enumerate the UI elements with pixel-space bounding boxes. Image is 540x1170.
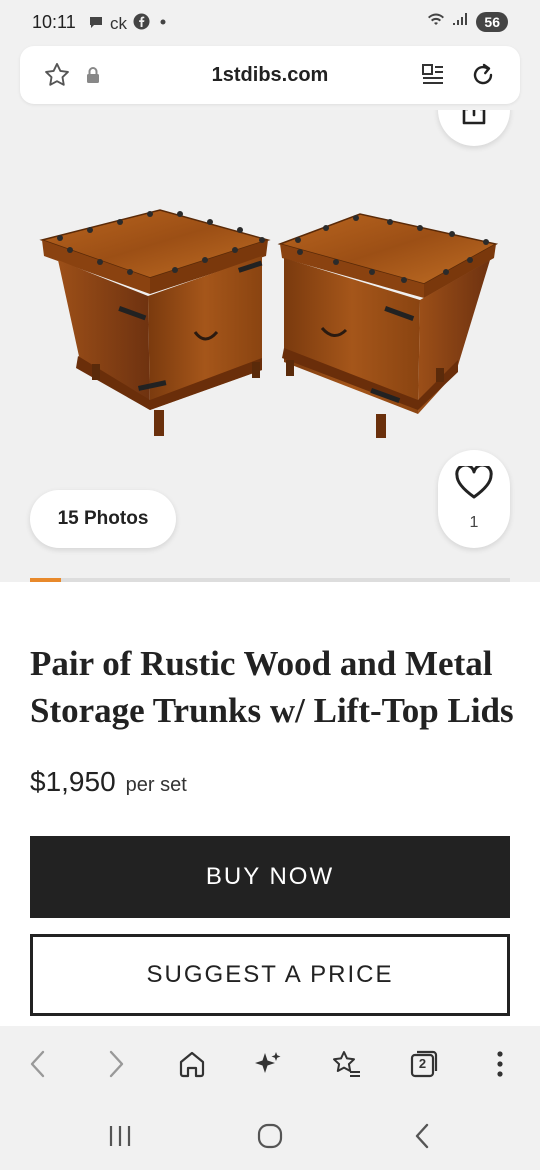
tabs-icon[interactable]: 2 [404,1044,444,1084]
browser-toolbar: 2 [0,1026,540,1100]
back-icon[interactable] [18,1044,58,1084]
left-trunk [39,209,271,436]
photos-count-button[interactable]: 15 Photos [30,490,176,548]
gallery-progress-fill [30,578,62,582]
home-circle-icon[interactable] [250,1120,290,1152]
forward-icon[interactable] [96,1044,136,1084]
reader-mode-icon[interactable] [418,60,448,90]
facebook-icon [133,13,150,35]
system-back-icon[interactable] [402,1120,442,1152]
battery-indicator: 56 [476,11,508,32]
recents-icon[interactable] [100,1120,140,1152]
suggest-price-button[interactable]: SUGGEST A PRICE [30,934,510,1016]
sparkle-icon[interactable] [248,1044,288,1084]
more-icon[interactable] [480,1044,520,1084]
favorite-button[interactable]: 1 [438,450,510,548]
status-time: 10:11 [32,12,76,32]
chat-bubble-icon [88,14,104,35]
browser-top-bar: 1stdibs.com [0,44,540,110]
notification-dot-icon [156,14,170,34]
tab-count: 2 [418,1056,427,1071]
product-gallery[interactable]: 15 Photos 1 [0,110,540,582]
url-bar[interactable]: 1stdibs.com [20,46,520,104]
carrier-text: ck [110,14,127,33]
reload-icon[interactable] [468,60,498,90]
right-trunk [277,213,499,438]
product-price: $1,950 [30,766,116,797]
price-unit: per set [125,774,187,796]
share-icon [459,110,489,132]
wifi-icon [426,11,446,32]
favorite-count: 1 [469,514,479,531]
heart-icon [455,463,493,505]
product-title: Pair of Rustic Wood and Metal Storage Tr… [30,644,514,730]
bookmarks-icon[interactable] [326,1044,366,1084]
gallery-progress-track [30,578,510,582]
price-row: $1,950 per set [30,766,187,798]
buy-now-button[interactable]: BUY NOW [30,836,510,918]
status-bar: 10:11 ck 56 [0,0,540,44]
home-icon[interactable] [172,1044,212,1084]
system-navigation-bar [0,1100,540,1170]
signal-icon [452,11,470,32]
